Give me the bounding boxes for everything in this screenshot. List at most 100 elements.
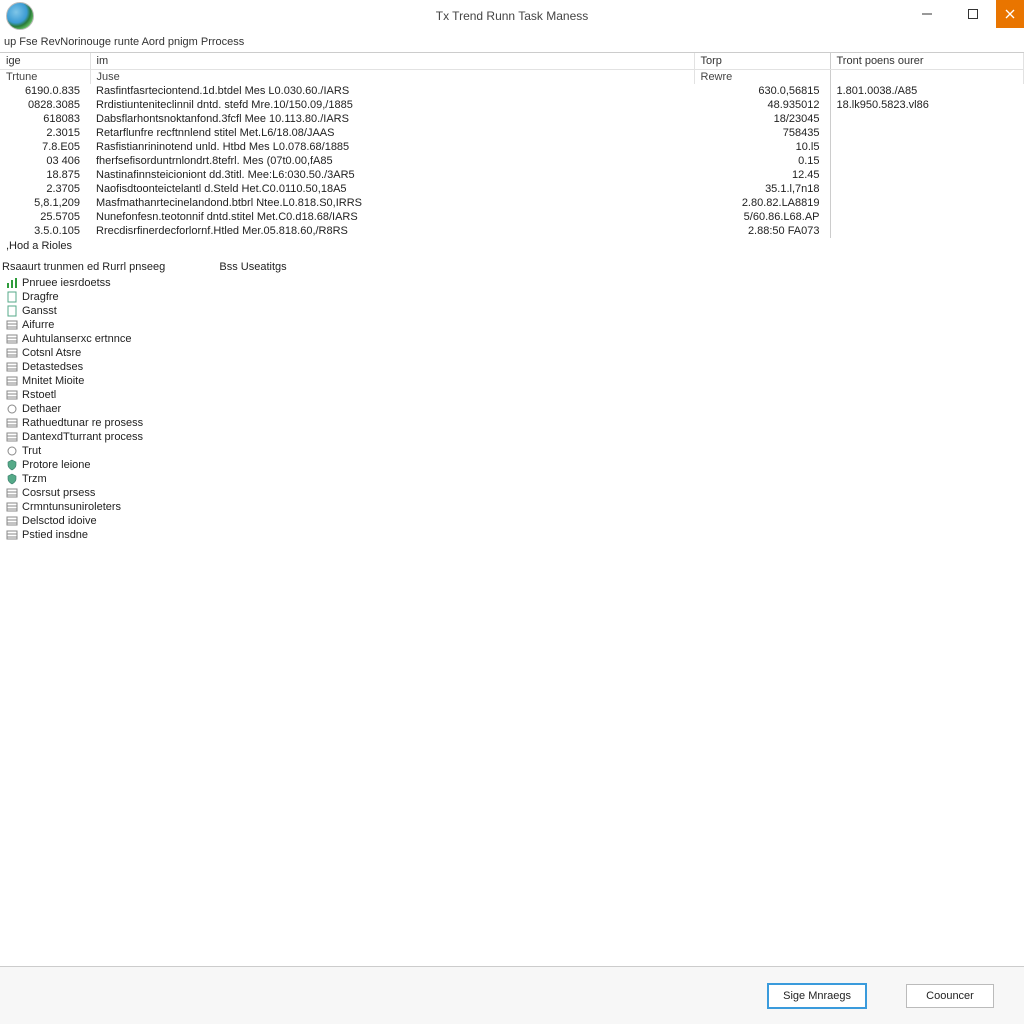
table-row[interactable]: 618083Dabsflarhontsnoktanfond.3fcfl Mee … [0,112,1024,126]
lower-heading-right: Bss Useatitgs [219,261,286,273]
tree-item-label: Auhtulanserxc ertnnce [22,333,131,345]
page-icon [6,291,18,303]
tree-item-label: Rstoetl [22,389,56,401]
table-row[interactable]: 18.875Nastinafinnsteicioniont dd.3titl. … [0,168,1024,182]
col-header-target[interactable]: Tront poens ourer [830,53,1024,70]
cell-val: 5/60.86.L68.AP [694,210,830,224]
tree-item[interactable]: Trut [2,444,1022,458]
tree-item[interactable]: Gansst [2,304,1022,318]
cell-val: 48.935012 [694,98,830,112]
tree-item-label: Detastedses [22,361,83,373]
counter-button[interactable]: Coouncer [906,984,994,1008]
tree-item-label: Pstied insdne [22,529,88,541]
cell-desc: Rasfintfasrteciontend.1d.btdel Mes L0.03… [90,84,694,98]
cell-target [830,112,1024,126]
tree-item-label: Rathuedtunar re prosess [22,417,143,429]
minimize-icon [921,8,933,20]
tree-item[interactable]: Cotsnl Atsre [2,346,1022,360]
cell-desc: Rrdistiunteniteclinnil dntd. stefd Mre.1… [90,98,694,112]
tree-item[interactable]: Cosrsut prsess [2,486,1022,500]
cell-id: 7.8.E05 [0,140,90,154]
table-row[interactable]: 6190.0.835Rasfintfasrteciontend.1d.btdel… [0,84,1024,98]
list-icon [6,389,18,401]
lower-heading: Rsaaurt trunmen ed Rurrl pnseeg Bss Usea… [2,259,1022,276]
cell-target [830,154,1024,168]
cell-desc: Nastinafinnsteicioniont dd.3titl. Mee:L6… [90,168,694,182]
tree-item[interactable]: Detastedses [2,360,1022,374]
cell-desc: Rrecdisrfinerdecforlornf.Htled Mer.05.81… [90,224,694,238]
tree-item[interactable]: Pstied insdne [2,528,1022,542]
table-row[interactable]: 2.3705Naofisdtoonteictelantl d.Steld Het… [0,182,1024,196]
cell-desc: Naofisdtoonteictelantl d.Steld Het.C0.01… [90,182,694,196]
tree-item[interactable]: Pnruee iesrdoetss [2,276,1022,290]
chart-icon [6,277,18,289]
cell-id: 25.5705 [0,210,90,224]
tree-item-label: Cosrsut prsess [22,487,95,499]
table-row[interactable]: 5,8.1,209Masfmathanrtecinelandond.btbrl … [0,196,1024,210]
cell-val: 18/23045 [694,112,830,126]
table-row[interactable]: 03 406fherfsefisorduntrnlondrt.8tefrl. M… [0,154,1024,168]
window-title: Tx Trend Runn Task Maness [0,9,1024,23]
tree-item-label: DantexdTturrant process [22,431,143,443]
tree-item[interactable]: Mnitet Mioite [2,374,1022,388]
tree-item[interactable]: DantexdTturrant process [2,430,1022,444]
cell-target [830,210,1024,224]
maximize-button[interactable] [950,0,996,28]
list-icon [6,319,18,331]
table-row[interactable]: 3.5.0.105Rrecdisrfinerdecforlornf.Htled … [0,224,1024,238]
tree-item[interactable]: Delsctod idoive [2,514,1022,528]
cell-val: 630.0,56815 [694,84,830,98]
table-row[interactable]: 0828.3085Rrdistiunteniteclinnil dntd. st… [0,98,1024,112]
tree-item[interactable]: Auhtulanserxc ertnnce [2,332,1022,346]
cell-id: 18.875 [0,168,90,182]
tree-item-label: Dethaer [22,403,61,415]
cell-desc: Dabsflarhontsnoktanfond.3fcfl Mee 10.113… [90,112,694,126]
tree-item-label: Trut [22,445,41,457]
menu-bar[interactable]: up Fse RevNorinouge runte Aord pnigm Prr… [0,32,1024,52]
cell-target [830,168,1024,182]
cell-target [830,182,1024,196]
tree-item[interactable]: Dragfre [2,290,1022,304]
cell-id: 618083 [0,112,90,126]
tree-item[interactable]: Protore leione [2,458,1022,472]
col-header-desc[interactable]: im [90,53,694,70]
tree-item-label: Mnitet Mioite [22,375,84,387]
list-icon [6,333,18,345]
tree-item-label: Delsctod idoive [22,515,97,527]
title-bar: Tx Trend Runn Task Maness [0,0,1024,32]
had-row[interactable]: ,Hod a Rioles [0,238,1024,253]
shield-icon [6,459,18,471]
list-icon [6,361,18,373]
cell-val: 35.1.l,7n18 [694,182,830,196]
tree-item[interactable]: Crmntunsuniroleters [2,500,1022,514]
tree-item-label: Dragfre [22,291,59,303]
manager-button[interactable]: Sige Mnraegs [768,984,866,1008]
cell-val: 10.l5 [694,140,830,154]
tree-item[interactable]: Dethaer [2,402,1022,416]
cell-id: 6190.0.835 [0,84,90,98]
table-row[interactable]: 25.5705Nunefonfesn.teotonnif dntd.stitel… [0,210,1024,224]
table-row[interactable]: 2.3015Retarflunfre recftnnlend stitel Me… [0,126,1024,140]
list-icon [6,417,18,429]
tree-item-label: Aifurre [22,319,54,331]
tree-item[interactable]: Trzm [2,472,1022,486]
page-icon [6,305,18,317]
list-icon [6,487,18,499]
list-icon [6,347,18,359]
col-header-name[interactable]: ige [0,53,90,70]
col-header-trip[interactable]: Torp [694,53,830,70]
cell-desc: Masfmathanrtecinelandond.btbrl Ntee.L0.8… [90,196,694,210]
tree-item[interactable]: Rathuedtunar re prosess [2,416,1022,430]
close-icon [1004,8,1016,20]
tree-item[interactable]: Aifurre [2,318,1022,332]
footer-bar: Sige Mnraegs Coouncer [0,966,1024,1024]
cell-val: 2.80.82.LA8819 [694,196,830,210]
cell-id: 2.3015 [0,126,90,140]
minimize-button[interactable] [904,0,950,28]
cell-id: 03 406 [0,154,90,168]
close-button[interactable] [996,0,1024,28]
process-table: ige im Torp Tront poens ourer Trtune Jus… [0,52,1024,253]
list-icon [6,375,18,387]
table-row[interactable]: 7.8.E05Rasfistianrininotend unld. Htbd M… [0,140,1024,154]
tree-item[interactable]: Rstoetl [2,388,1022,402]
